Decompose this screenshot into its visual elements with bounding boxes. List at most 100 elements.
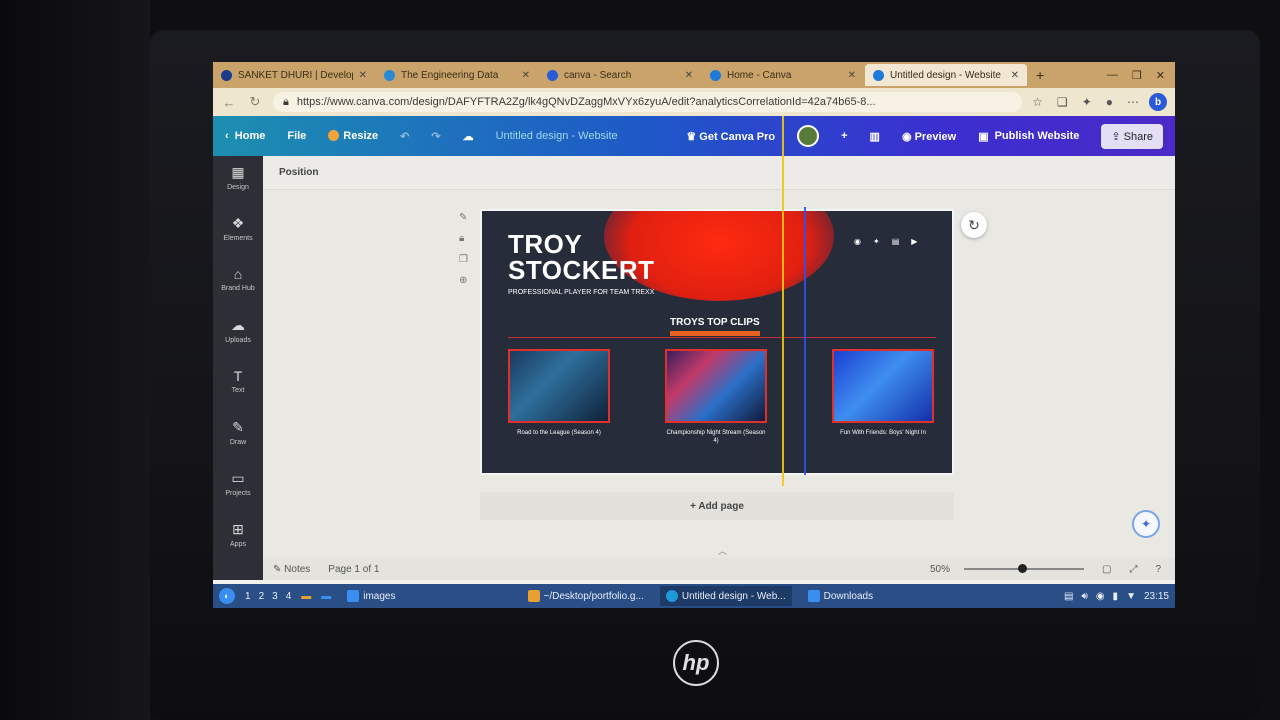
discord-icon[interactable]: ◉	[854, 237, 861, 246]
tab-1[interactable]: The Engineering Data ✕	[376, 64, 538, 86]
get-pro-button[interactable]: ♛ Get Canva Pro	[686, 130, 775, 143]
redo-icon[interactable]: ↷	[431, 130, 440, 143]
extensions-icon[interactable]: ✦	[1082, 95, 1092, 109]
sidebar-item-draw[interactable]: ✎ Draw	[230, 419, 246, 470]
close-window-icon[interactable]: ✕	[1156, 69, 1165, 82]
clip-card[interactable]: Championship Night Stream (Season 4)	[665, 349, 767, 445]
clip-card[interactable]: Fun With Friends: Boys' Night In	[832, 349, 934, 437]
sidebar-item-uploads[interactable]: ☁ Uploads	[225, 317, 251, 368]
clipboard-icon[interactable]: ▤	[1064, 591, 1073, 602]
start-menu-icon[interactable]: ◐	[219, 588, 235, 604]
tab-2[interactable]: canva - Search ✕	[539, 64, 701, 86]
taskbar-task-images[interactable]: images	[341, 586, 401, 606]
document-title[interactable]: Untitled design - Website	[496, 130, 618, 142]
add-page-icon[interactable]: ⊕	[459, 275, 468, 286]
sidebar-item-brand-hub[interactable]: ⌂ Brand Hub	[221, 266, 254, 317]
zoom-level[interactable]: 50%	[930, 564, 950, 575]
zoom-slider[interactable]	[963, 564, 1084, 573]
resize-label: Resize	[343, 130, 379, 142]
notes-icon[interactable]: ✎	[459, 212, 468, 223]
bing-icon[interactable]: b	[1149, 93, 1167, 111]
maximize-icon[interactable]: ❐	[1132, 69, 1142, 82]
task-label: ~/Desktop/portfolio.g...	[543, 590, 644, 602]
tab-4[interactable]: Untitled design - Website ✕	[865, 64, 1027, 86]
file-manager-icon[interactable]: ▬	[301, 591, 311, 602]
sidebar-item-apps[interactable]: ⊞ Apps	[230, 521, 246, 572]
clip-thumbnail	[508, 349, 610, 423]
close-icon[interactable]: ✕	[522, 70, 530, 81]
file-button[interactable]: File	[287, 130, 306, 142]
notes-button[interactable]: ✎ Notes	[273, 564, 310, 575]
back-icon[interactable]: ←	[221, 95, 237, 110]
preview-button[interactable]: ◉ Preview	[902, 130, 956, 143]
profile-icon[interactable]: ●	[1106, 95, 1113, 109]
undo-icon[interactable]: ↶	[400, 130, 409, 143]
add-page-button[interactable]: + Add page	[480, 492, 954, 520]
sidebar-item-label: Brand Hub	[221, 285, 255, 292]
workspace-4[interactable]: 4	[286, 591, 292, 602]
sidebar-item-projects[interactable]: ▭ Projects	[225, 470, 250, 521]
sidebar-item-design[interactable]: ▦ Design	[227, 164, 249, 215]
workspace-1[interactable]: 1	[245, 591, 251, 602]
chevron-up-icon[interactable]: ︿	[718, 544, 727, 557]
clips-heading[interactable]: TROYS TOP CLIPS	[670, 317, 760, 328]
publish-website-button[interactable]: ▣ Publish Website	[978, 130, 1079, 143]
new-tab-icon[interactable]: +	[1028, 67, 1052, 83]
sidebar-item-label: Draw	[229, 439, 247, 446]
sidebar-item-text[interactable]: T Text	[232, 368, 245, 419]
share-button[interactable]: ⇪ Share	[1101, 123, 1163, 149]
url-field[interactable]: 🔒︎ https://www.canva.com/design/DAFYFTRA…	[273, 92, 1023, 112]
close-icon[interactable]: ✕	[1011, 70, 1019, 81]
fullscreen-icon[interactable]: ⤢	[1129, 564, 1137, 575]
youtube-icon[interactable]: ▶	[911, 237, 917, 246]
network-icon[interactable]: ◉	[1096, 591, 1105, 602]
clock[interactable]: 23:15	[1144, 591, 1169, 602]
sidebar-item-label: Uploads	[225, 337, 251, 344]
position-button[interactable]: Position	[279, 167, 318, 178]
favorite-icon[interactable]: ☆	[1032, 95, 1043, 109]
reload-icon[interactable]: ↻	[247, 94, 263, 110]
volume-icon[interactable]: 🔊︎	[1082, 591, 1088, 602]
duplicate-page-icon[interactable]: ❐	[459, 254, 468, 265]
help-icon[interactable]: ?	[1155, 564, 1161, 575]
clip-card[interactable]: Road to the League (Season 4)	[508, 349, 610, 437]
magic-assistant-icon[interactable]: ✦	[1132, 510, 1160, 538]
design-tagline[interactable]: PROFESSIONAL PLAYER FOR TEAM TREXX	[508, 289, 654, 296]
close-icon[interactable]: ✕	[359, 70, 367, 81]
browser-icon	[665, 590, 678, 602]
menu-icon[interactable]: ⋯	[1127, 95, 1139, 109]
url-text: https://www.canva.com/design/DAFYFTRA2Zg…	[296, 96, 876, 108]
design-name[interactable]: TROY STOCKERT	[508, 231, 655, 283]
close-icon[interactable]: ✕	[848, 70, 856, 81]
social-icons: ◉ ✦ ▤ ▶	[854, 237, 917, 246]
twitch-icon[interactable]: ▤	[892, 237, 900, 246]
insights-icon[interactable]: ▥	[870, 130, 880, 143]
avatar[interactable]	[797, 125, 820, 147]
canva-sidebar: ▦ Design ❖ Elements ⌂ Brand Hub ☁ Uploads TT…	[213, 156, 263, 580]
terminal-icon[interactable]: ▬	[321, 591, 331, 602]
workspace-3[interactable]: 3	[272, 591, 278, 602]
taskbar-task-portfolio[interactable]: ~/Desktop/portfolio.g...	[522, 586, 650, 606]
page-grid-icon[interactable]: ▢	[1102, 564, 1111, 575]
page-indicator[interactable]: Page 1 of 1	[328, 564, 379, 575]
refresh-icon[interactable]: ↻	[961, 212, 987, 238]
workspace-2[interactable]: 2	[259, 591, 265, 602]
battery-icon[interactable]: ▮	[1113, 591, 1119, 602]
window-controls: — ❐ ✕	[1107, 69, 1175, 82]
tab-3[interactable]: Home - Canva ✕	[702, 64, 864, 86]
minimize-icon[interactable]: —	[1107, 69, 1118, 82]
close-icon[interactable]: ✕	[685, 70, 693, 81]
twitter-icon[interactable]: ✦	[873, 237, 880, 246]
home-button[interactable]: ‹ Home	[225, 130, 265, 142]
tab-0[interactable]: SANKET DHURI | Develop ✕	[213, 64, 375, 86]
add-collaborator-icon[interactable]: +	[841, 130, 847, 142]
sidebar-item-elements[interactable]: ❖ Elements	[223, 215, 252, 266]
resize-button[interactable]: Resize	[328, 130, 378, 142]
lock-page-icon[interactable]: 🔒︎	[459, 233, 468, 244]
website-design-page[interactable]: TROY STOCKERT PROFESSIONAL PLAYER FOR TE…	[480, 209, 954, 475]
zoom-slider-knob[interactable]	[1017, 564, 1027, 573]
taskbar-task-downloads[interactable]: Downloads	[802, 586, 879, 606]
collections-icon[interactable]: ❏	[1057, 95, 1068, 109]
wifi-icon[interactable]: ▼	[1126, 591, 1136, 602]
taskbar-task-browser[interactable]: Untitled design - Web...	[659, 586, 792, 606]
